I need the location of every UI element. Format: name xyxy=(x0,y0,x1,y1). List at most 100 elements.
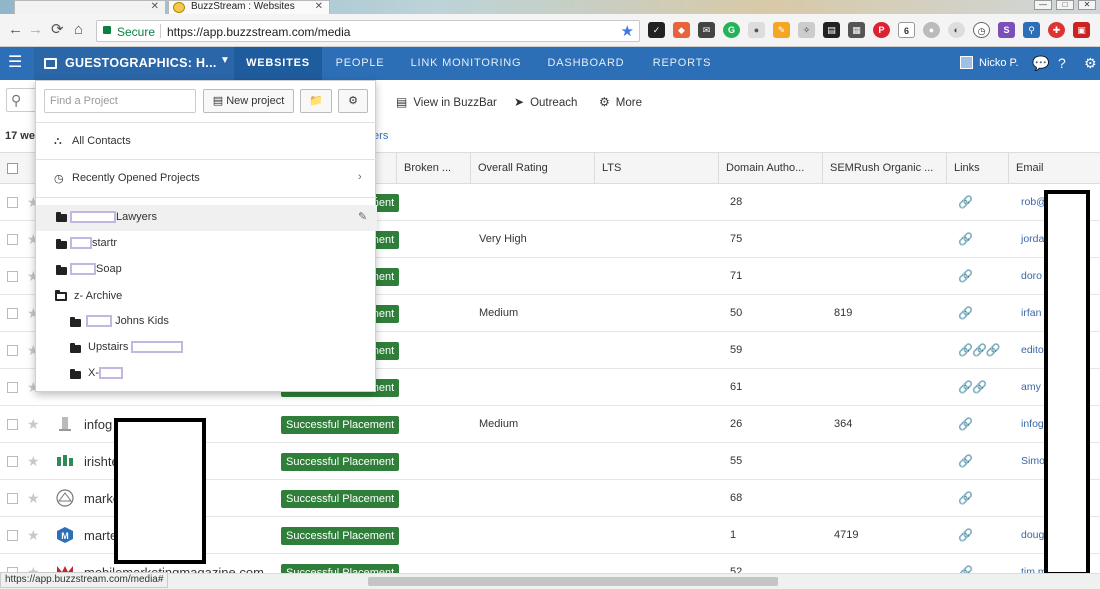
scrollbar-thumb[interactable] xyxy=(368,577,778,586)
project-item[interactable]: Upstairs xyxy=(36,335,377,361)
row-checkbox[interactable] xyxy=(7,382,18,393)
column-links[interactable]: Links xyxy=(946,153,1008,184)
project-item[interactable]: Soap xyxy=(36,257,377,283)
forward-icon[interactable]: → xyxy=(28,22,43,38)
email-link[interactable]: Simo xyxy=(1021,455,1045,467)
avatar[interactable] xyxy=(960,56,973,69)
extension-icon[interactable]: ▤ xyxy=(823,22,840,38)
url-text[interactable]: https://app.buzzstream.com/media xyxy=(167,25,350,39)
chat-icon[interactable]: 💬 xyxy=(1032,55,1049,72)
bookmark-star-icon[interactable]: ★ xyxy=(621,22,634,40)
url-omnibox[interactable]: Secure https://app.buzzstream.com/media … xyxy=(96,20,640,42)
close-window-icon[interactable]: ✕ xyxy=(1078,0,1096,10)
project-item[interactable]: Lawyers ✎ xyxy=(36,205,377,231)
link-icon[interactable]: 🔗 xyxy=(958,417,973,431)
extension-icon[interactable]: ✎ xyxy=(773,22,790,38)
link-icon[interactable]: 🔗 xyxy=(958,195,973,209)
link-icon[interactable]: 🔗 xyxy=(958,232,973,246)
reload-icon[interactable]: ⟳ xyxy=(51,22,64,38)
row-checkbox[interactable] xyxy=(7,197,18,208)
browser-tab-1[interactable]: ✕ xyxy=(14,0,166,14)
more-button[interactable]: ⚙ More xyxy=(599,95,642,109)
pinterest-icon[interactable]: P xyxy=(873,22,890,38)
link-icon[interactable]: 🔗🔗 xyxy=(958,380,987,394)
email-link[interactable]: edito xyxy=(1021,344,1044,356)
minimize-icon[interactable]: — xyxy=(1034,0,1052,10)
star-icon[interactable]: ★ xyxy=(27,527,40,544)
recently-opened-item[interactable]: ◷ Recently Opened Projects › xyxy=(36,160,377,197)
tab-websites[interactable]: WEBSITES xyxy=(234,47,322,80)
row-checkbox[interactable] xyxy=(7,419,18,430)
column-email[interactable]: Email xyxy=(1008,153,1100,184)
site-name[interactable]: infog xyxy=(84,417,112,432)
link-icon[interactable]: 🔗 xyxy=(958,491,973,505)
link-icon[interactable]: 🔗 xyxy=(958,306,973,320)
link-icon[interactable]: 🔗 xyxy=(958,528,973,542)
column-lts[interactable]: LTS xyxy=(594,153,718,184)
link-icon[interactable]: 🔗🔗🔗 xyxy=(958,343,1001,357)
row-checkbox[interactable] xyxy=(7,234,18,245)
row-checkbox[interactable] xyxy=(7,493,18,504)
extension-icon[interactable]: ✧ xyxy=(798,22,815,38)
new-project-button[interactable]: ▤ New project xyxy=(203,89,294,113)
extension-icon[interactable]: ✚ xyxy=(1048,22,1065,38)
hamburger-icon[interactable]: ☰ xyxy=(8,55,22,71)
new-folder-button[interactable]: 📁 xyxy=(300,89,332,113)
email-link[interactable]: amy xyxy=(1021,381,1041,393)
extension-icon[interactable]: G xyxy=(723,22,740,38)
extension-icon[interactable]: ✉ xyxy=(698,22,715,38)
column-domain-authority[interactable]: Domain Autho... xyxy=(718,153,822,184)
close-icon[interactable]: ✕ xyxy=(151,1,159,13)
extension-icon[interactable]: ● xyxy=(748,22,765,38)
extension-icon[interactable]: S xyxy=(998,22,1015,38)
site-name[interactable]: marte xyxy=(84,528,117,543)
row-checkbox[interactable] xyxy=(7,271,18,282)
extension-icon[interactable]: 6 xyxy=(898,22,915,38)
email-link[interactable]: irfan xyxy=(1021,307,1041,319)
extension-icon[interactable]: ◷ xyxy=(973,22,990,38)
email-link[interactable]: jorda xyxy=(1021,233,1044,245)
user-name[interactable]: Nicko P. xyxy=(979,57,1019,69)
tab-reports[interactable]: REPORTS xyxy=(638,47,726,80)
extension-icon[interactable]: ◐ xyxy=(948,22,965,38)
extension-icon[interactable]: ◆ xyxy=(673,22,690,38)
back-icon[interactable]: ← xyxy=(8,22,23,38)
project-selector[interactable]: GUESTOGRAPHICS: H... ▼ xyxy=(34,47,234,80)
email-link[interactable]: doro xyxy=(1021,270,1042,282)
outreach-button[interactable]: ➤ Outreach xyxy=(514,95,577,109)
link-icon[interactable]: 🔗 xyxy=(958,269,973,283)
row-checkbox[interactable] xyxy=(7,530,18,541)
gear-icon[interactable]: ⚙ xyxy=(1084,55,1097,72)
project-settings-button[interactable]: ⚙ xyxy=(338,89,368,113)
email-link[interactable]: rob@ xyxy=(1021,196,1047,208)
row-checkbox[interactable] xyxy=(7,308,18,319)
pencil-icon[interactable]: ✎ xyxy=(358,210,367,223)
browser-tab-2[interactable]: BuzzStream : Websites ✕ xyxy=(168,0,330,14)
archive-folder-item[interactable]: z- Archive xyxy=(36,283,377,309)
column-broken[interactable]: Broken ... xyxy=(396,153,470,184)
tab-people[interactable]: PEOPLE xyxy=(322,47,398,80)
extension-icon[interactable]: ▦ xyxy=(848,22,865,38)
email-link[interactable]: doug xyxy=(1021,529,1044,541)
all-contacts-item[interactable]: ⛬ All Contacts xyxy=(36,123,377,159)
star-icon[interactable]: ★ xyxy=(27,416,40,433)
star-icon[interactable]: ★ xyxy=(27,453,40,470)
extension-icon[interactable]: ● xyxy=(923,22,940,38)
extension-icon[interactable]: ▣ xyxy=(1073,22,1090,38)
row-checkbox[interactable] xyxy=(7,345,18,356)
home-icon[interactable]: ⌂ xyxy=(74,22,83,38)
link-icon[interactable]: 🔗 xyxy=(958,454,973,468)
star-icon[interactable]: ★ xyxy=(27,490,40,507)
project-item[interactable]: Johns Kids xyxy=(36,309,377,335)
column-semrush-organic[interactable]: SEMRush Organic ... xyxy=(822,153,946,184)
extension-icon[interactable]: ✓ xyxy=(648,22,665,38)
row-checkbox[interactable] xyxy=(7,456,18,467)
tab-link-monitoring[interactable]: LINK MONITORING xyxy=(398,47,534,80)
column-overall-rating[interactable]: Overall Rating xyxy=(470,153,594,184)
close-icon[interactable]: ✕ xyxy=(315,1,323,13)
find-project-input[interactable] xyxy=(44,89,196,113)
project-item[interactable]: X- xyxy=(36,361,377,387)
extension-icon[interactable]: ⚲ xyxy=(1023,22,1040,38)
project-item[interactable]: startr xyxy=(36,231,377,257)
view-in-buzzbar-button[interactable]: ▤ View in BuzzBar xyxy=(396,95,497,109)
